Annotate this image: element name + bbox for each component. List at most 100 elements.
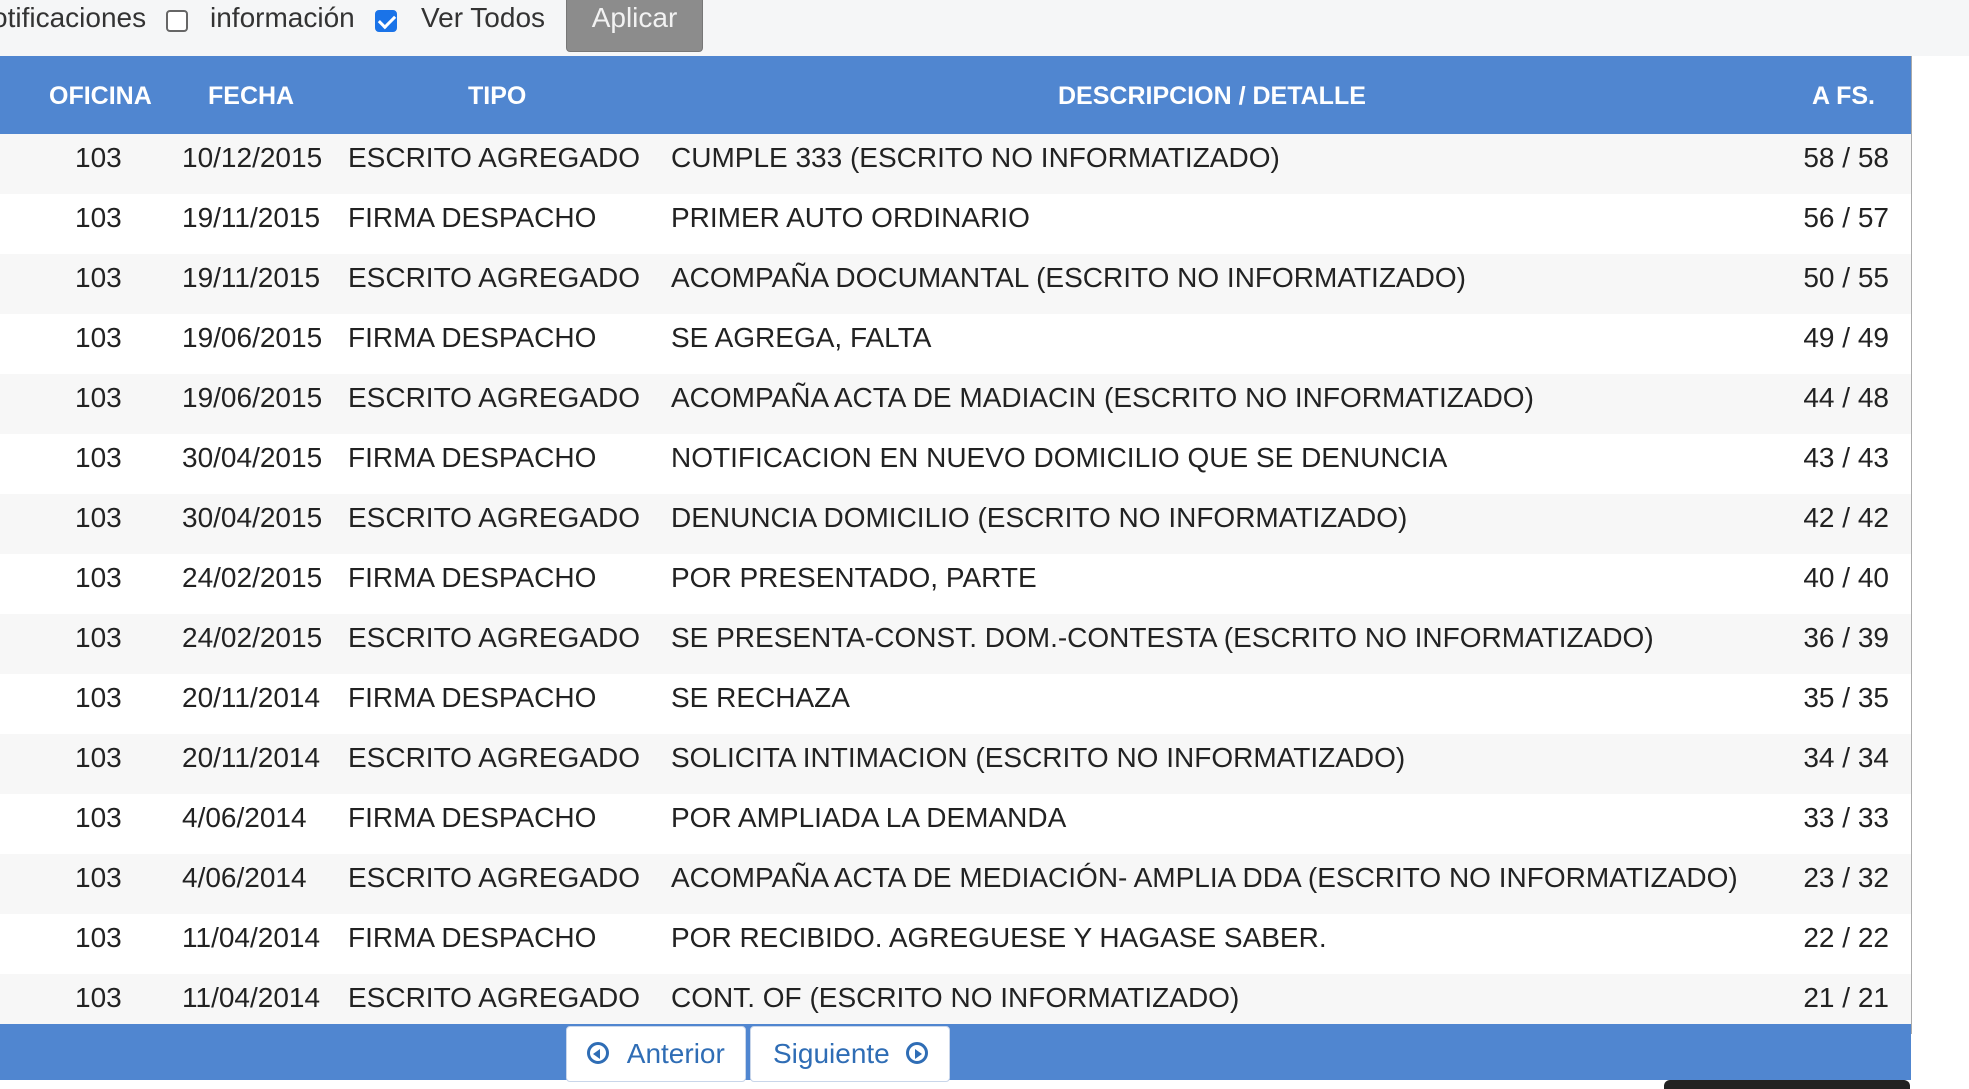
table-row[interactable]: 103 24/02/2015 ESCRITO AGREGADO SE PRESENTA… [0, 614, 1911, 674]
arrow-circle-right-icon [905, 1041, 928, 1064]
cell-fecha: 11/04/2014 [182, 982, 321, 1013]
cell-fs: 33 / 33 [1803, 802, 1889, 833]
overlay-edge [1664, 1080, 1910, 1089]
cell-oficina: 103 [75, 802, 122, 833]
table-row[interactable]: 103 4/06/2014 FIRMA DESPACHO POR AMPLIADA L… [0, 794, 1911, 854]
previous-button[interactable]: Anterior [566, 1026, 746, 1082]
cell-descripcion: NOTIFICACION EN NUEVO DOMICILIO QUE SE D… [671, 442, 1448, 473]
table-row[interactable]: 103 20/11/2014 FIRMA DESPACHO SE RECHAZA 35 … [0, 674, 1911, 734]
cell-tipo: FIRMA DESPACHO [348, 922, 597, 953]
cell-fecha: 11/04/2014 [182, 922, 321, 953]
table-row[interactable]: 103 30/04/2015 FIRMA DESPACHO NOTIFICACION … [0, 434, 1911, 494]
filter-bar: otificaciones información Ver Todos Apli… [0, 0, 1969, 56]
cell-descripcion: SE PRESENTA-CONST. DOM.-CONTESTA (ESCRIT… [671, 622, 1654, 653]
cell-oficina: 103 [75, 922, 122, 953]
cell-fs: 22 / 22 [1803, 922, 1889, 953]
cell-fecha: 19/06/2015 [182, 322, 323, 353]
cell-oficina: 103 [75, 622, 122, 653]
cell-fs: 49 / 49 [1803, 322, 1889, 353]
next-button[interactable]: Siguiente [750, 1026, 950, 1082]
cell-descripcion: CONT. OF (ESCRITO NO INFORMATIZADO) [671, 982, 1240, 1013]
cell-descripcion: ACOMPAÑA DOCUMANTAL (ESCRITO NO INFORMAT… [671, 262, 1466, 293]
cell-fecha: 19/11/2015 [182, 262, 321, 293]
table-row[interactable]: 103 30/04/2015 ESCRITO AGREGADO DENUNCIA DO… [0, 494, 1911, 554]
view-all-label: Ver Todos [421, 2, 546, 33]
cell-fecha: 10/12/2015 [182, 142, 323, 173]
cell-fs: 34 / 34 [1803, 742, 1889, 773]
cell-descripcion: ACOMPAÑA ACTA DE MADIACIN (ESCRITO NO IN… [671, 382, 1534, 413]
header-oficina: OFICINA [49, 82, 152, 110]
table-row[interactable]: 103 4/06/2014 ESCRITO AGREGADO ACOMPAÑA ACT… [0, 854, 1911, 914]
table-row[interactable]: 103 19/11/2015 ESCRITO AGREGADO ACOMPAÑA DO… [0, 254, 1911, 314]
records-table: OFICINA FECHA TIPO DESCRIPCION / DETALLE… [0, 56, 1912, 1034]
cell-oficina: 103 [75, 502, 122, 533]
cell-fs: 23 / 32 [1803, 862, 1889, 893]
cell-fecha: 24/02/2015 [182, 622, 323, 653]
table-row[interactable]: 103 24/02/2015 FIRMA DESPACHO POR PRESENTAD… [0, 554, 1911, 614]
header-descripcion: DESCRIPCION / DETALLE [1058, 82, 1366, 110]
cell-fs: 21 / 21 [1803, 982, 1889, 1013]
cell-oficina: 103 [75, 202, 122, 233]
cell-oficina: 103 [75, 142, 122, 173]
cell-fs: 36 / 39 [1803, 622, 1889, 653]
cell-tipo: ESCRITO AGREGADO [348, 982, 640, 1013]
apply-button[interactable]: Aplicar [566, 0, 703, 52]
cell-fecha: 30/04/2015 [182, 502, 323, 533]
cell-fs: 44 / 48 [1803, 382, 1889, 413]
cell-tipo: FIRMA DESPACHO [348, 202, 597, 233]
cell-tipo: FIRMA DESPACHO [348, 322, 597, 353]
info-checkbox[interactable] [166, 10, 188, 32]
cell-fs: 42 / 42 [1803, 502, 1889, 533]
cell-tipo: ESCRITO AGREGADO [348, 142, 640, 173]
table-header: OFICINA FECHA TIPO DESCRIPCION / DETALLE… [0, 56, 1911, 134]
cell-descripcion: SE AGREGA, FALTA [671, 322, 932, 353]
cell-tipo: ESCRITO AGREGADO [348, 622, 640, 653]
next-label: Siguiente [773, 1038, 890, 1069]
cell-descripcion: SOLICITA INTIMACION (ESCRITO NO INFORMAT… [671, 742, 1406, 773]
arrow-circle-left-icon [587, 1041, 609, 1064]
cell-tipo: ESCRITO AGREGADO [348, 742, 640, 773]
cell-oficina: 103 [75, 442, 122, 473]
cell-oficina: 103 [75, 382, 122, 413]
cell-tipo: FIRMA DESPACHO [348, 442, 597, 473]
pagination-bar: Anterior Siguiente [0, 1024, 1911, 1082]
cell-tipo: FIRMA DESPACHO [348, 802, 597, 833]
cell-fs: 35 / 35 [1803, 682, 1889, 713]
cell-tipo: FIRMA DESPACHO [348, 682, 597, 713]
cell-tipo: ESCRITO AGREGADO [348, 382, 640, 413]
table-row[interactable]: 103 19/06/2015 ESCRITO AGREGADO ACOMPAÑA AC… [0, 374, 1911, 434]
table-row[interactable]: 103 19/06/2015 FIRMA DESPACHO SE AGREGA, FA… [0, 314, 1911, 374]
cell-descripcion: POR PRESENTADO, PARTE [671, 562, 1037, 593]
table-row[interactable]: 103 19/11/2015 FIRMA DESPACHO PRIMER AUTO O… [0, 194, 1911, 254]
previous-label: Anterior [626, 1038, 725, 1069]
cell-oficina: 103 [75, 742, 122, 773]
table-row[interactable]: 103 11/04/2014 FIRMA DESPACHO POR RECIBIDO.… [0, 914, 1911, 974]
view-all-checkbox[interactable] [375, 10, 397, 32]
cell-descripcion: POR RECIBIDO. AGREGUESE Y HAGASE SABER. [671, 922, 1327, 953]
cell-oficina: 103 [75, 562, 122, 593]
cell-oficina: 103 [75, 982, 122, 1013]
cell-oficina: 103 [75, 262, 122, 293]
cell-fecha: 20/11/2014 [182, 682, 321, 713]
cell-oficina: 103 [75, 322, 122, 353]
cell-descripcion: POR AMPLIADA LA DEMANDA [671, 802, 1067, 833]
cell-fecha: 19/11/2015 [182, 202, 321, 233]
cell-fs: 58 / 58 [1803, 142, 1889, 173]
cell-fs: 40 / 40 [1803, 562, 1889, 593]
cell-descripcion: ACOMPAÑA ACTA DE MEDIACIÓN- AMPLIA DDA (… [671, 862, 1738, 893]
cell-descripcion: SE RECHAZA [671, 682, 850, 713]
cell-tipo: FIRMA DESPACHO [348, 562, 597, 593]
cell-descripcion: DENUNCIA DOMICILIO (ESCRITO NO INFORMATI… [671, 502, 1408, 533]
cell-tipo: ESCRITO AGREGADO [348, 862, 640, 893]
table-row[interactable]: 103 20/11/2014 ESCRITO AGREGADO SOLICITA IN… [0, 734, 1911, 794]
table-row[interactable]: 103 10/12/2015 ESCRITO AGREGADO CUMPLE 333 … [0, 134, 1911, 194]
cell-fs: 43 / 43 [1803, 442, 1889, 473]
header-fecha: FECHA [208, 82, 295, 110]
cell-fecha: 20/11/2014 [182, 742, 321, 773]
table-body: 103 10/12/2015 ESCRITO AGREGADO CUMPLE 333 … [0, 134, 1911, 1034]
header-fs: A FS. [1812, 82, 1875, 110]
cell-tipo: ESCRITO AGREGADO [348, 502, 640, 533]
cell-fs: 50 / 55 [1803, 262, 1889, 293]
cell-tipo: ESCRITO AGREGADO [348, 262, 640, 293]
cell-descripcion: PRIMER AUTO ORDINARIO [671, 202, 1030, 233]
